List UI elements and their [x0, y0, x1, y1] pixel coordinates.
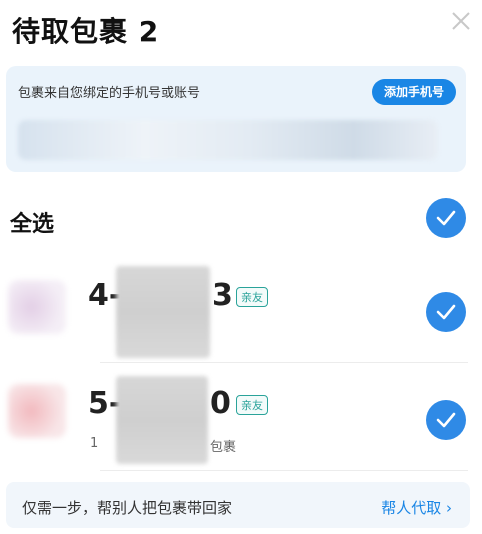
- help-pickup-text: 仅需一步，帮别人把包裹带回家: [22, 499, 233, 517]
- package-thumbnail: [8, 384, 66, 438]
- check-icon: [436, 304, 456, 320]
- pickup-code-suffix: 0: [210, 386, 231, 421]
- chevron-right-icon: ›: [446, 499, 452, 517]
- package-checkbox[interactable]: [426, 292, 466, 332]
- page-title: 待取包裹 2: [12, 15, 160, 48]
- relation-tag: 亲友: [236, 395, 268, 415]
- select-all-label: 全选: [10, 212, 55, 237]
- bound-accounts-description: 包裹来自您绑定的手机号或账号: [18, 86, 201, 101]
- package-subtext-prefix: 1: [90, 436, 99, 451]
- pickup-code-mask: [116, 266, 210, 358]
- check-icon: [436, 412, 456, 428]
- divider: [100, 470, 468, 471]
- package-thumbnail: [8, 280, 66, 334]
- pickup-code-suffix: 3: [212, 278, 233, 313]
- pickup-code-mask: [116, 376, 208, 464]
- check-icon: [436, 210, 456, 226]
- add-phone-button[interactable]: 添加手机号: [371, 79, 456, 105]
- package-checkbox[interactable]: [426, 400, 466, 440]
- help-pickup-link-label: 帮人代取: [381, 499, 442, 517]
- select-all-checkbox[interactable]: [426, 198, 466, 238]
- divider: [100, 362, 468, 363]
- relation-tag: 亲友: [236, 287, 268, 307]
- package-subtext-suffix: 包裹: [210, 440, 237, 455]
- close-icon[interactable]: [450, 10, 472, 32]
- help-pickup-link[interactable]: 帮人代取 ›: [381, 497, 452, 518]
- blurred-account-list: [18, 120, 438, 160]
